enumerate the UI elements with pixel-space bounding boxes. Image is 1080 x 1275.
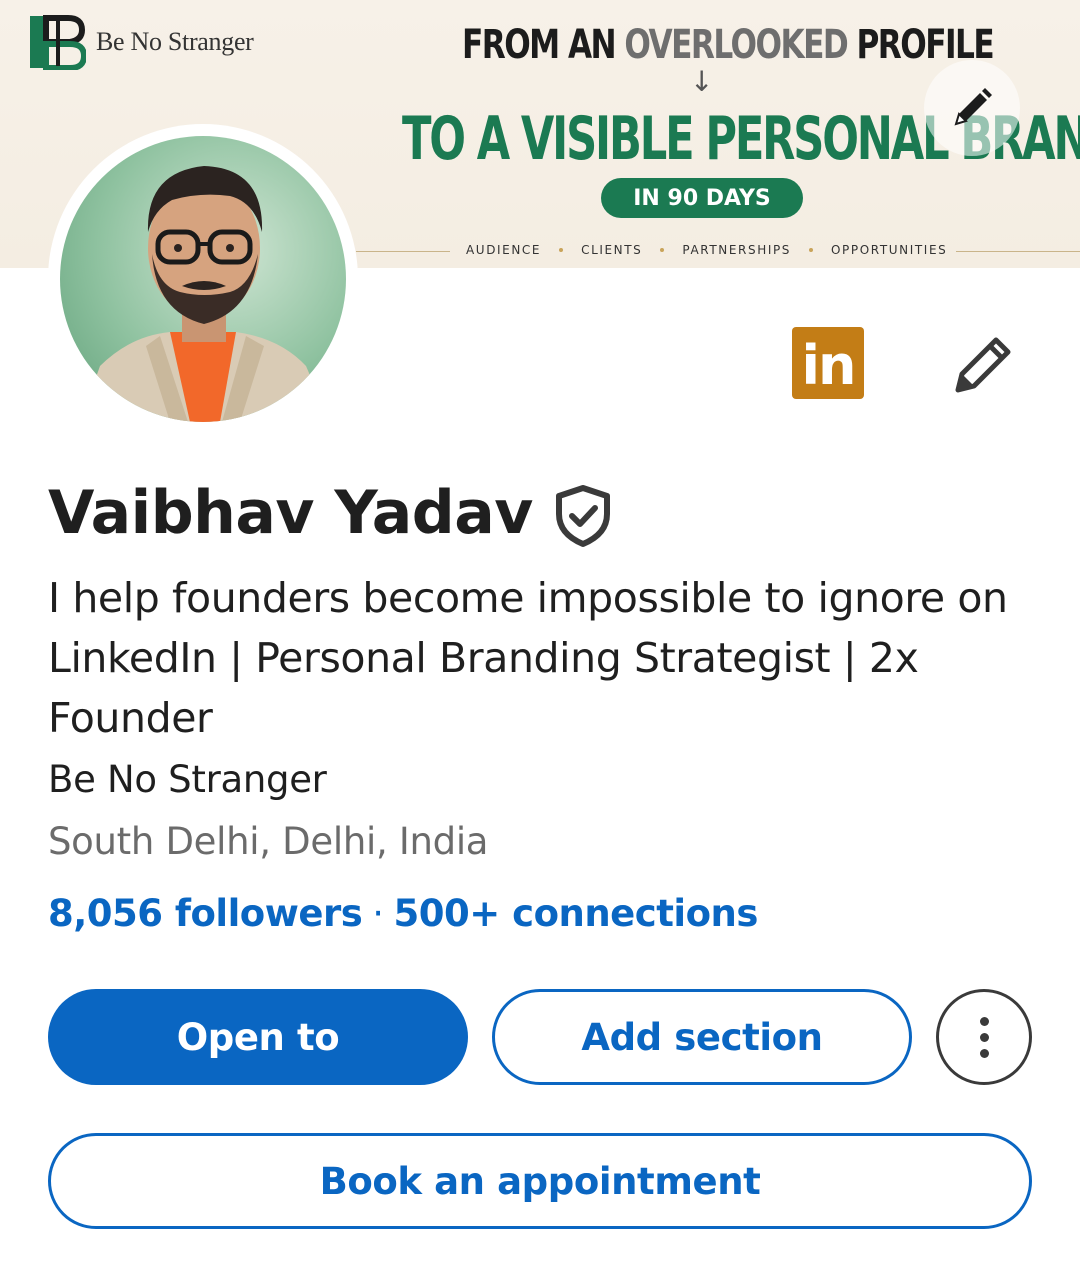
banner-tag: PARTNERSHIPS <box>682 243 792 257</box>
network-stats: 8,056 followers · 500+ connections <box>48 892 758 935</box>
profile-name-row: Vaibhav Yadav <box>48 478 613 548</box>
book-appointment-button[interactable]: Book an appointment <box>48 1133 1032 1229</box>
arrow-down-icon: ↓ <box>690 65 714 98</box>
banner-tag: AUDIENCE <box>466 243 542 257</box>
profile-name: Vaibhav Yadav <box>48 478 533 548</box>
separator: · <box>372 892 384 935</box>
edit-banner-button[interactable] <box>924 60 1020 156</box>
connections-link[interactable]: 500+ connections <box>394 892 759 935</box>
verified-shield-icon[interactable] <box>553 484 613 548</box>
avatar <box>60 136 346 422</box>
add-section-button[interactable]: Add section <box>492 989 912 1085</box>
edit-profile-pencil-icon[interactable] <box>950 330 1018 398</box>
banner-tags: AUDIENCE CLIENTS PARTNERSHIPS OPPORTUNIT… <box>466 243 947 257</box>
profile-headline: I help founders become impossible to ign… <box>48 574 1008 742</box>
banner-headline-line1: FROM AN OVERLOOKED PROFILE <box>462 22 995 68</box>
banner-tag: CLIENTS <box>581 243 643 257</box>
followers-link[interactable]: 8,056 followers <box>48 892 363 935</box>
brand-logo: Be No Stranger <box>28 14 254 70</box>
more-vertical-icon <box>979 1016 989 1026</box>
linkedin-badge-icon[interactable]: in <box>792 327 864 399</box>
bns-logo-icon <box>30 15 86 70</box>
brand-name: Be No Stranger <box>96 27 254 56</box>
open-to-button[interactable]: Open to <box>48 989 468 1085</box>
banner-pill: IN 90 DAYS <box>601 178 803 218</box>
pencil-icon <box>954 88 992 126</box>
profile-photo[interactable] <box>48 124 358 434</box>
banner-divider-right <box>956 251 1080 252</box>
banner-tag: OPPORTUNITIES <box>831 243 948 257</box>
profile-company[interactable]: Be No Stranger <box>48 758 327 801</box>
banner-divider-left <box>356 251 450 252</box>
profile-location: South Delhi, Delhi, India <box>48 820 489 863</box>
profile-photo-illustration <box>80 166 330 422</box>
more-options-button[interactable] <box>936 989 1032 1085</box>
